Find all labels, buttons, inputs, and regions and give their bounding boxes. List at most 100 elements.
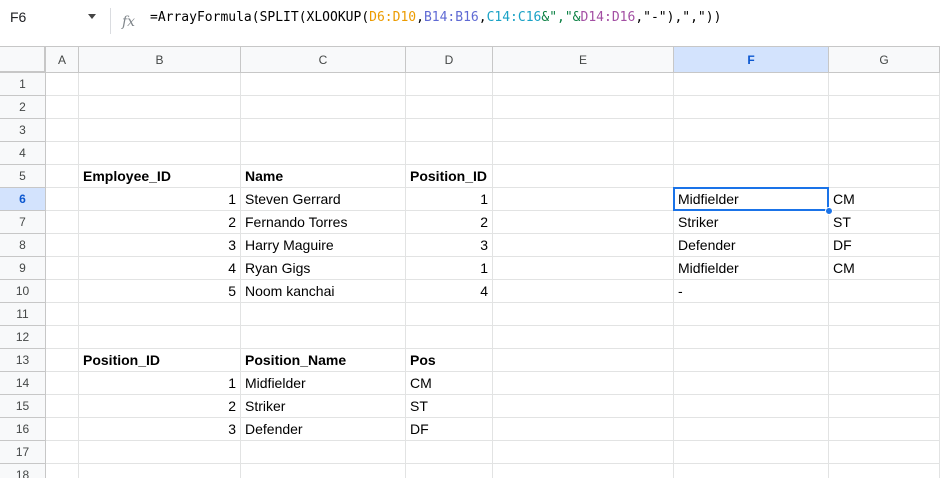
row-header-18[interactable]: 18 xyxy=(0,464,46,478)
cell-b9[interactable]: 4 xyxy=(79,257,241,280)
row-header-4[interactable]: 4 xyxy=(0,142,46,165)
cell-d11[interactable] xyxy=(406,303,493,326)
cell-f11[interactable] xyxy=(674,303,829,326)
cell-d6[interactable]: 1 xyxy=(406,188,493,211)
cell-c9[interactable]: Ryan Gigs xyxy=(241,257,406,280)
cell-e3[interactable] xyxy=(493,119,674,142)
cell-b7[interactable]: 2 xyxy=(79,211,241,234)
cell-c2[interactable] xyxy=(241,96,406,119)
cell-f5[interactable] xyxy=(674,165,829,188)
row-header-16[interactable]: 16 xyxy=(0,418,46,441)
row-header-10[interactable]: 10 xyxy=(0,280,46,303)
cell-a17[interactable] xyxy=(46,441,79,464)
cell-b18[interactable] xyxy=(79,464,241,478)
cell-g5[interactable] xyxy=(829,165,940,188)
column-header-a[interactable]: A xyxy=(46,47,79,73)
cell-c1[interactable] xyxy=(241,73,406,96)
cell-e15[interactable] xyxy=(493,395,674,418)
cell-a6[interactable] xyxy=(46,188,79,211)
cell-e14[interactable] xyxy=(493,372,674,395)
row-header-12[interactable]: 12 xyxy=(0,326,46,349)
cell-g4[interactable] xyxy=(829,142,940,165)
cell-e9[interactable] xyxy=(493,257,674,280)
row-header-6[interactable]: 6 xyxy=(0,188,46,211)
cell-f16[interactable] xyxy=(674,418,829,441)
column-header-f[interactable]: F xyxy=(674,47,829,73)
row-header-13[interactable]: 13 xyxy=(0,349,46,372)
cell-g16[interactable] xyxy=(829,418,940,441)
cell-d8[interactable]: 3 xyxy=(406,234,493,257)
cell-c14[interactable]: Midfielder xyxy=(241,372,406,395)
cell-d12[interactable] xyxy=(406,326,493,349)
cell-c10[interactable]: Noom kanchai xyxy=(241,280,406,303)
cell-b14[interactable]: 1 xyxy=(79,372,241,395)
cell-e13[interactable] xyxy=(493,349,674,372)
cell-c15[interactable]: Striker xyxy=(241,395,406,418)
row-header-3[interactable]: 3 xyxy=(0,119,46,142)
cell-d15[interactable]: ST xyxy=(406,395,493,418)
cell-c5[interactable]: Name xyxy=(241,165,406,188)
cell-f3[interactable] xyxy=(674,119,829,142)
cell-g2[interactable] xyxy=(829,96,940,119)
column-header-c[interactable]: C xyxy=(241,47,406,73)
cell-a2[interactable] xyxy=(46,96,79,119)
cell-a10[interactable] xyxy=(46,280,79,303)
cell-c17[interactable] xyxy=(241,441,406,464)
cell-g17[interactable] xyxy=(829,441,940,464)
cell-b13[interactable]: Position_ID xyxy=(79,349,241,372)
cell-c11[interactable] xyxy=(241,303,406,326)
cell-g9[interactable]: CM xyxy=(829,257,940,280)
cell-e4[interactable] xyxy=(493,142,674,165)
cell-d14[interactable]: CM xyxy=(406,372,493,395)
cell-f17[interactable] xyxy=(674,441,829,464)
cell-b16[interactable]: 3 xyxy=(79,418,241,441)
cell-f18[interactable] xyxy=(674,464,829,478)
cell-g1[interactable] xyxy=(829,73,940,96)
cell-e11[interactable] xyxy=(493,303,674,326)
column-header-g[interactable]: G xyxy=(829,47,940,73)
cell-a16[interactable] xyxy=(46,418,79,441)
cell-d5[interactable]: Position_ID xyxy=(406,165,493,188)
cell-d17[interactable] xyxy=(406,441,493,464)
cell-b15[interactable]: 2 xyxy=(79,395,241,418)
name-box[interactable]: F6 xyxy=(10,9,26,25)
cell-a13[interactable] xyxy=(46,349,79,372)
cell-b3[interactable] xyxy=(79,119,241,142)
cell-a5[interactable] xyxy=(46,165,79,188)
cell-a4[interactable] xyxy=(46,142,79,165)
row-header-9[interactable]: 9 xyxy=(0,257,46,280)
cell-d3[interactable] xyxy=(406,119,493,142)
cell-f13[interactable] xyxy=(674,349,829,372)
cell-c3[interactable] xyxy=(241,119,406,142)
cell-c6[interactable]: Steven Gerrard xyxy=(241,188,406,211)
cell-b4[interactable] xyxy=(79,142,241,165)
row-header-11[interactable]: 11 xyxy=(0,303,46,326)
cell-a3[interactable] xyxy=(46,119,79,142)
cell-b5[interactable]: Employee_ID xyxy=(79,165,241,188)
cell-d1[interactable] xyxy=(406,73,493,96)
cell-f1[interactable] xyxy=(674,73,829,96)
cell-a11[interactable] xyxy=(46,303,79,326)
cell-f10[interactable]: - xyxy=(674,280,829,303)
row-header-5[interactable]: 5 xyxy=(0,165,46,188)
cell-d4[interactable] xyxy=(406,142,493,165)
formula-input[interactable]: =ArrayFormula(SPLIT(XLOOKUP(D6:D10,B14:B… xyxy=(150,10,721,25)
cell-c18[interactable] xyxy=(241,464,406,478)
cell-e5[interactable] xyxy=(493,165,674,188)
cell-c7[interactable]: Fernando Torres xyxy=(241,211,406,234)
cell-a8[interactable] xyxy=(46,234,79,257)
row-header-2[interactable]: 2 xyxy=(0,96,46,119)
column-header-e[interactable]: E xyxy=(493,47,674,73)
cell-e10[interactable] xyxy=(493,280,674,303)
cell-g12[interactable] xyxy=(829,326,940,349)
cell-g18[interactable] xyxy=(829,464,940,478)
cell-f15[interactable] xyxy=(674,395,829,418)
cell-g11[interactable] xyxy=(829,303,940,326)
cell-b2[interactable] xyxy=(79,96,241,119)
cell-a18[interactable] xyxy=(46,464,79,478)
cell-f12[interactable] xyxy=(674,326,829,349)
cell-c8[interactable]: Harry Maguire xyxy=(241,234,406,257)
row-header-14[interactable]: 14 xyxy=(0,372,46,395)
cell-b12[interactable] xyxy=(79,326,241,349)
cell-f8[interactable]: Defender xyxy=(674,234,829,257)
